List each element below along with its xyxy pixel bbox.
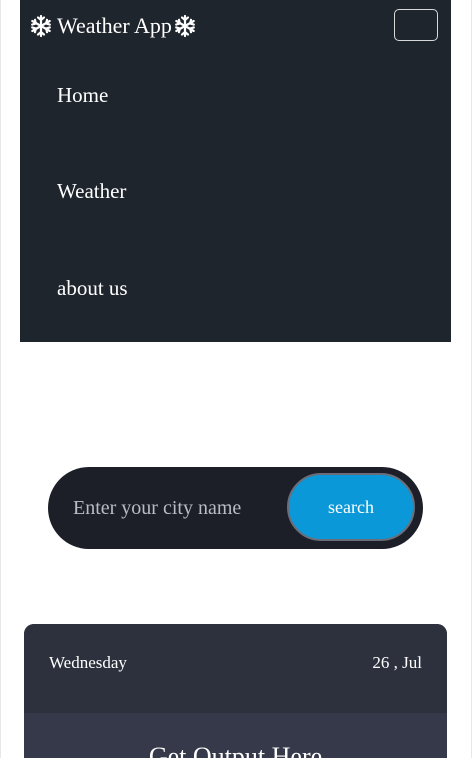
search-bar: search	[48, 467, 423, 549]
nav-link-weather[interactable]: Weather	[57, 177, 126, 205]
weather-card: Wednesday 26 , Jul Get Output Here	[24, 624, 447, 758]
city-search-input[interactable]	[60, 487, 282, 529]
output-placeholder-text: Get Output Here	[148, 742, 323, 758]
page: Weather App Home Weather about us Enter …	[0, 0, 472, 758]
brand-title: Weather App	[57, 13, 172, 38]
search-button[interactable]: search	[287, 473, 415, 541]
navbar-toggler-button[interactable]	[394, 9, 438, 41]
day-label: Wednesday	[49, 653, 127, 672]
nav-link-home[interactable]: Home	[57, 81, 108, 109]
page-border-left	[0, 0, 1, 758]
date-label: 26 , Jul	[372, 653, 422, 672]
snowflake-icon	[175, 14, 195, 38]
nav-link-about-us[interactable]: about us	[57, 274, 128, 302]
brand[interactable]: Weather App	[29, 11, 197, 41]
snowflake-icon	[31, 14, 51, 38]
weather-card-header: Wednesday 26 , Jul	[24, 624, 447, 713]
navbar: Weather App Home Weather about us	[20, 0, 451, 342]
weather-card-body: Get Output Here	[24, 713, 447, 758]
